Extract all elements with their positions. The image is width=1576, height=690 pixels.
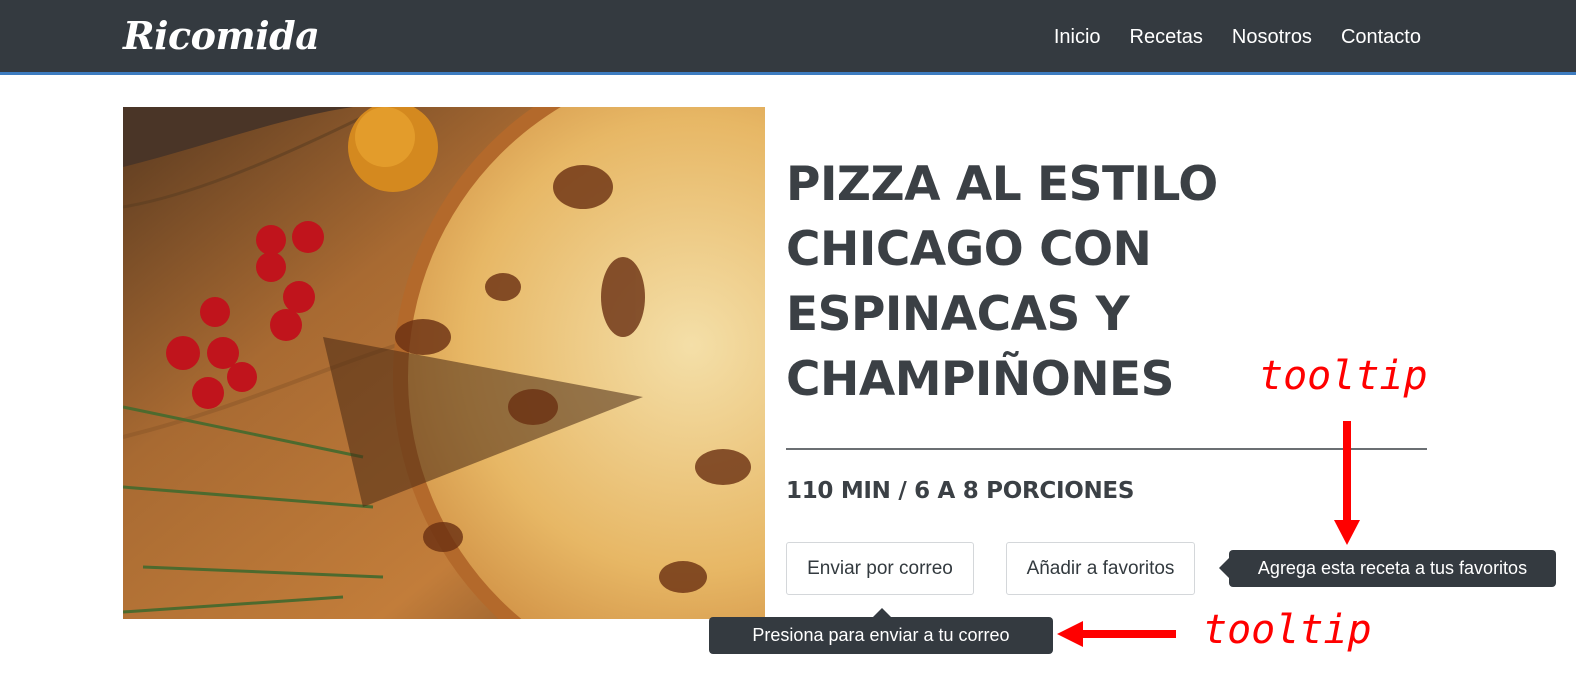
annotation-arrow-down bbox=[1334, 421, 1360, 545]
annotation-arrow-left bbox=[1057, 621, 1176, 647]
annotation-arrows bbox=[1057, 421, 1360, 647]
